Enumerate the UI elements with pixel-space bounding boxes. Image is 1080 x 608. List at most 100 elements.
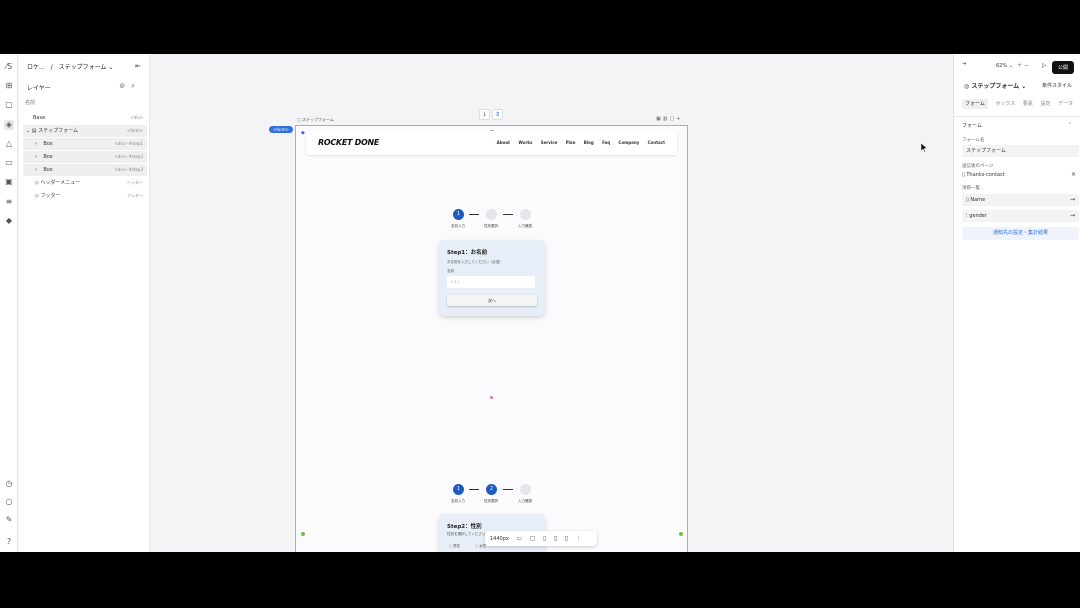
history-icon[interactable]: ◷ bbox=[4, 479, 14, 489]
tablet-icon[interactable]: ▯ bbox=[543, 531, 546, 546]
shapes-icon[interactable]: △ bbox=[4, 139, 14, 149]
layer-tag: <div> #step2 bbox=[114, 154, 143, 159]
preview-icon[interactable]: ▷ bbox=[1042, 62, 1047, 69]
link-icon[interactable]: ⊘ bbox=[119, 82, 131, 90]
next-button[interactable]: 次へ bbox=[447, 295, 537, 306]
tab-data[interactable]: データ bbox=[1058, 101, 1073, 107]
layer-row-box1[interactable]: › Box <div> #step1 bbox=[23, 138, 147, 150]
chevron-right-icon[interactable]: › bbox=[35, 141, 37, 147]
step1-desc: お名前を入力してください（必須） bbox=[447, 260, 503, 264]
tab-element[interactable]: 要素 bbox=[1023, 101, 1033, 107]
nav-company[interactable]: Company bbox=[618, 140, 639, 145]
nav-faq[interactable]: Faq bbox=[602, 140, 610, 145]
pen-icon[interactable]: ✎ bbox=[4, 515, 14, 525]
layer-label: Base bbox=[33, 115, 46, 121]
arrow-right-icon[interactable]: → bbox=[1070, 210, 1075, 222]
nav-about[interactable]: About bbox=[497, 140, 510, 145]
item-gender[interactable]: ⁝ gender → bbox=[962, 210, 1079, 222]
add-icon[interactable]: + bbox=[676, 116, 682, 122]
layer-row-header[interactable]: ◇ ヘッダーメニュー ヘッダー bbox=[23, 177, 147, 189]
inspector-panel: ⇥ 62% ⌄ + − ▷ 公開 ◎ ステップフォーム ⌄ 条件スタイル フォー… bbox=[953, 54, 1080, 552]
mobile-icon[interactable]: ▯ bbox=[565, 531, 568, 546]
page-name[interactable]: ステップフォーム ⌄ bbox=[59, 64, 114, 71]
layer-row-box3[interactable]: › Box <div> #step3 bbox=[23, 164, 147, 176]
laptop-icon[interactable]: ▢ bbox=[530, 531, 536, 546]
step2-title: Step2：性別 bbox=[447, 524, 482, 530]
logo-icon[interactable]: ⁄S bbox=[4, 62, 14, 72]
layer-tag: <form> bbox=[126, 128, 143, 133]
notification-settings-button[interactable]: 通知先の設定・集計結果 bbox=[962, 227, 1079, 240]
zoom-level[interactable]: 62% ⌄ bbox=[996, 63, 1013, 69]
inspector-toolbar: ⇥ 62% ⌄ + − ▷ 公開 bbox=[962, 61, 1074, 74]
radio-field-icon: ⁝ bbox=[966, 213, 968, 219]
layer-row-footer[interactable]: ◇ フッター フッター bbox=[23, 190, 147, 202]
nav-blog[interactable]: Blog bbox=[584, 140, 594, 145]
site-logo[interactable]: ROCKET DONE bbox=[318, 138, 379, 147]
chevron-up-icon[interactable]: ⌃ bbox=[1068, 122, 1072, 128]
layer-tag: <div> #step1 bbox=[114, 141, 143, 146]
more-icon[interactable]: ⋮ bbox=[576, 531, 582, 546]
layer-row-stepform[interactable]: ⌄ ▤ ステップフォーム <form> bbox=[23, 125, 147, 137]
layers-icon[interactable]: ◈ bbox=[4, 120, 14, 130]
layer-label: ステップフォーム bbox=[38, 128, 78, 134]
component-icon: ◇ bbox=[35, 193, 39, 199]
chevron-right-icon[interactable]: › bbox=[35, 154, 37, 160]
desktop-icon[interactable]: ▭ bbox=[516, 531, 522, 546]
canvas-top-tools: ↓ ⇕ bbox=[479, 101, 505, 120]
step1-title: Step1：お名前 bbox=[447, 250, 488, 256]
nav-plan[interactable]: Plan bbox=[566, 140, 576, 145]
layer-row-box2[interactable]: › Box <div> #step2 bbox=[23, 151, 147, 163]
page-frame[interactable]: ◆ ROCKET DONE About Works Service Plan B… bbox=[295, 125, 688, 552]
help-icon[interactable]: ? bbox=[4, 537, 14, 547]
nav-contact[interactable]: Contact bbox=[648, 140, 665, 145]
step-label: 入力確認 bbox=[518, 499, 532, 503]
arrow-right-icon[interactable]: → bbox=[1070, 194, 1075, 206]
items-label: 項目一覧 bbox=[962, 186, 980, 191]
tab-box[interactable]: ボックス bbox=[995, 101, 1015, 107]
close-icon[interactable]: × bbox=[1071, 171, 1076, 178]
layer-row-base[interactable]: Base <div> bbox=[23, 112, 147, 124]
arrow-down-icon[interactable]: ↓ bbox=[479, 109, 490, 120]
layer-label: Box bbox=[43, 141, 53, 147]
layer-label: Box bbox=[43, 154, 53, 160]
comment-icon[interactable]: ○ bbox=[4, 497, 14, 507]
list-icon[interactable]: ≡ bbox=[4, 197, 14, 207]
search-icon[interactable]: ⌕ bbox=[131, 82, 141, 90]
expand-icon[interactable]: ⇥ bbox=[962, 61, 966, 67]
publish-button[interactable]: 公開 bbox=[1051, 61, 1074, 74]
handle-dot[interactable] bbox=[301, 532, 305, 536]
grid-icon[interactable]: ⊞ bbox=[4, 81, 14, 91]
nav-service[interactable]: Service bbox=[541, 140, 558, 145]
viewport-width[interactable]: 1440px bbox=[490, 536, 509, 542]
tab-form[interactable]: フォーム bbox=[962, 99, 988, 109]
design-canvas[interactable]: ↓ ⇕ ▢ ステップフォーム ▣▥▢+ <form> ◆ ROCKET DONE … bbox=[151, 54, 953, 552]
step-dot-1: 1 bbox=[453, 209, 464, 220]
item-name[interactable]: ▯ Name → bbox=[962, 194, 1079, 206]
tab-settings[interactable]: 設定 bbox=[1041, 101, 1051, 107]
frame-label: ▢ ステップフォーム bbox=[297, 117, 334, 122]
component-title[interactable]: ◎ ステップフォーム ⌄ bbox=[964, 81, 1026, 90]
collapse-panel-icon[interactable]: ⇤ bbox=[135, 62, 141, 70]
marker-dot bbox=[490, 396, 493, 399]
name-input[interactable]: テスト bbox=[447, 276, 535, 288]
chevron-down-icon[interactable]: ⌄ bbox=[26, 128, 30, 134]
breadcrumb[interactable]: ロケ... / ステップフォーム ⌄ bbox=[27, 62, 117, 71]
layers-title: レイヤー bbox=[27, 85, 51, 92]
form-name-input[interactable]: ステップフォーム bbox=[962, 145, 1079, 157]
tablet-small-icon[interactable]: ▯ bbox=[554, 531, 557, 546]
gender-option-female[interactable]: ○ 女性 bbox=[475, 544, 486, 549]
redirect-page[interactable]: ▯ Thanks-contact bbox=[962, 172, 1005, 178]
nav-works[interactable]: Works bbox=[518, 140, 532, 145]
page-icon[interactable]: ▢ bbox=[4, 100, 14, 110]
image-icon[interactable]: ▣ bbox=[4, 177, 14, 187]
zoom-controls[interactable]: + − bbox=[1017, 62, 1029, 69]
project-name[interactable]: ロケ... bbox=[27, 64, 45, 71]
gender-option-male[interactable]: ○ 男性 bbox=[449, 544, 460, 549]
component-icon[interactable]: ◆ bbox=[4, 216, 14, 226]
align-icon[interactable]: ⇕ bbox=[492, 109, 503, 120]
edit-icon[interactable]: ▣ bbox=[656, 116, 663, 122]
condition-style-button[interactable]: 条件スタイル bbox=[1042, 82, 1072, 89]
chevron-right-icon[interactable]: › bbox=[35, 167, 37, 173]
folder-icon[interactable]: ▭ bbox=[4, 158, 14, 168]
handle-dot[interactable] bbox=[679, 532, 683, 536]
